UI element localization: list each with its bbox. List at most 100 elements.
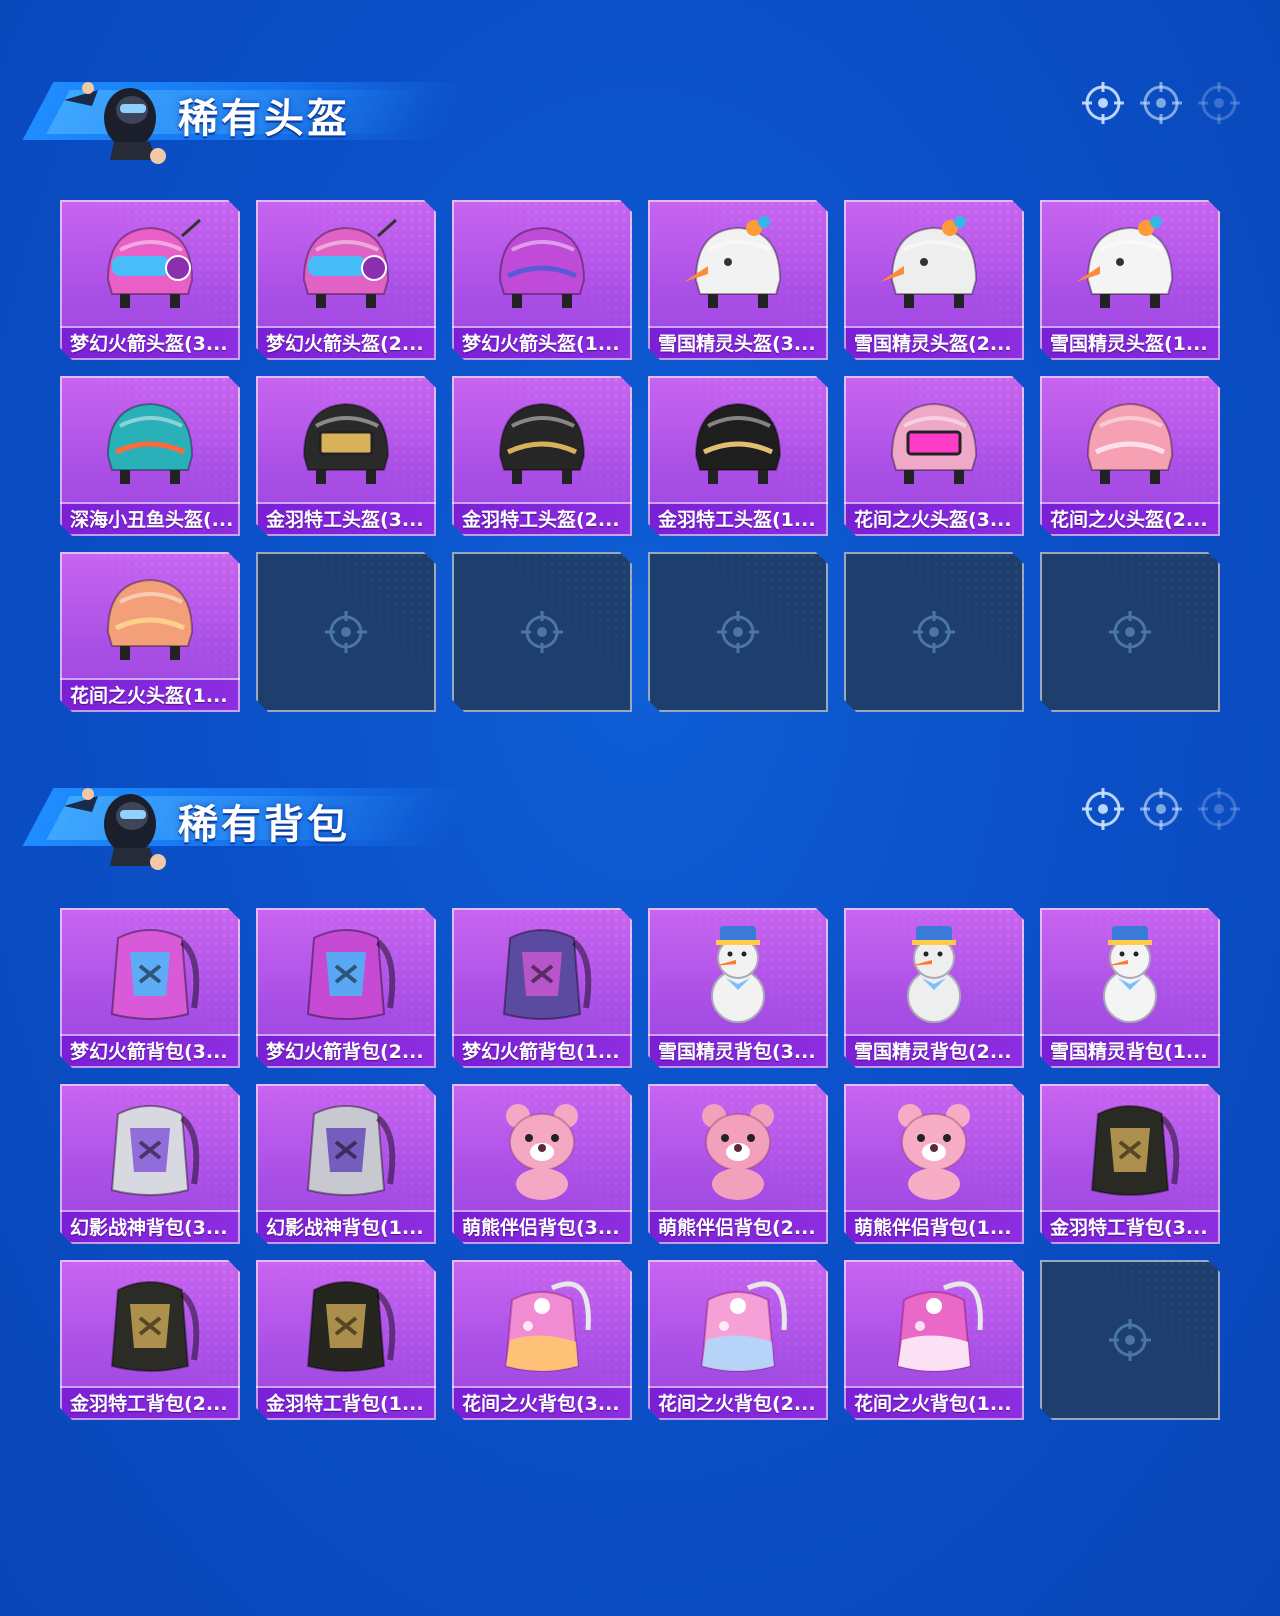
helmet-icon (302, 402, 390, 484)
item-name: 金羽特工背包(1... (256, 1386, 436, 1420)
item-card[interactable]: 花间之火背包(3... (452, 1260, 632, 1420)
backpack-icon (898, 1104, 970, 1200)
empty-slot (452, 552, 632, 712)
item-name: 雪国精灵背包(1... (1040, 1034, 1220, 1068)
section-decor (1080, 786, 1260, 832)
empty-slot (844, 552, 1024, 712)
item-card[interactable]: 金羽特工头盔(2... (452, 376, 632, 536)
item-card[interactable]: 萌熊伴侣背包(1... (844, 1084, 1024, 1244)
item-card[interactable]: 雪国精灵背包(3... (648, 908, 828, 1068)
item-name: 梦幻火箭背包(1... (452, 1034, 632, 1068)
item-name: 花间之火背包(3... (452, 1386, 632, 1420)
item-card[interactable]: 金羽特工头盔(1... (648, 376, 828, 536)
item-card[interactable]: 萌熊伴侣背包(2... (648, 1084, 828, 1244)
item-name: 金羽特工头盔(2... (452, 502, 632, 536)
item-name: 萌熊伴侣背包(1... (844, 1210, 1024, 1244)
item-name: 雪国精灵头盔(2... (844, 326, 1024, 360)
item-card[interactable]: 梦幻火箭背包(3... (60, 908, 240, 1068)
item-card[interactable]: 雪国精灵头盔(3... (648, 200, 828, 360)
target-icon (1109, 611, 1151, 653)
backpack-icon (306, 1105, 396, 1196)
backpack-icon (1103, 926, 1157, 1023)
item-name: 梦幻火箭背包(2... (256, 1034, 436, 1068)
item-name: 梦幻火箭头盔(1... (452, 326, 632, 360)
item-name: 金羽特工头盔(3... (256, 502, 436, 536)
backpack-icon (110, 929, 200, 1020)
target-icon (325, 611, 367, 653)
backpack-icon (702, 1104, 774, 1200)
item-name: 雪国精灵头盔(3... (648, 326, 828, 360)
helmet-icon (890, 402, 978, 484)
helmet-icon (1086, 402, 1174, 484)
section-title: 稀有头盔 (178, 96, 350, 142)
item-card[interactable]: 雪国精灵背包(1... (1040, 908, 1220, 1068)
target-icon (1140, 788, 1182, 830)
helmet-icon (1076, 216, 1174, 308)
item-card[interactable]: 雪国精灵头盔(1... (1040, 200, 1220, 360)
helmet-icon (684, 216, 782, 308)
helmet-icon (694, 402, 782, 484)
helmet-icon (880, 216, 978, 308)
backpack-section: 稀有背包 梦幻火箭背包(3... 梦幻火箭背包(2... 梦幻火箭背包(1... 雪国… (0, 766, 1280, 1426)
item-card[interactable]: 雪国精灵背包(2... (844, 908, 1024, 1068)
item-name: 花间之火头盔(3... (844, 502, 1024, 536)
item-name: 花间之火头盔(2... (1040, 502, 1220, 536)
item-name: 梦幻火箭头盔(3... (60, 326, 240, 360)
target-icon (1140, 82, 1182, 124)
helmet-icon (106, 578, 194, 660)
helmet-icon (106, 218, 201, 308)
item-card[interactable]: 金羽特工背包(1... (256, 1260, 436, 1420)
backpack-icon (110, 1105, 200, 1196)
item-card[interactable]: 萌熊伴侣背包(3... (452, 1084, 632, 1244)
helmet-icon (498, 402, 586, 484)
item-card[interactable]: 金羽特工背包(3... (1040, 1084, 1220, 1244)
target-icon (1082, 788, 1124, 830)
section-title: 稀有背包 (178, 802, 350, 848)
item-name: 金羽特工头盔(1... (648, 502, 828, 536)
backpack-icon (896, 1281, 983, 1372)
empty-slot (1040, 552, 1220, 712)
target-icon (1198, 788, 1240, 830)
item-name: 雪国精灵背包(3... (648, 1034, 828, 1068)
item-card[interactable]: 梦幻火箭背包(1... (452, 908, 632, 1068)
item-card[interactable]: 花间之火背包(2... (648, 1260, 828, 1420)
backpack-icon (711, 926, 765, 1023)
item-card[interactable]: 梦幻火箭头盔(2... (256, 200, 436, 360)
item-name: 金羽特工背包(2... (60, 1386, 240, 1420)
item-card[interactable]: 花间之火头盔(3... (844, 376, 1024, 536)
backpack-icon (1090, 1105, 1180, 1196)
item-card[interactable]: 幻影战神背包(3... (60, 1084, 240, 1244)
item-name: 金羽特工背包(3... (1040, 1210, 1220, 1244)
backpack-icon (506, 1104, 578, 1200)
item-name: 花间之火背包(1... (844, 1386, 1024, 1420)
item-name: 幻影战神背包(3... (60, 1210, 240, 1244)
backpack-icon (306, 929, 396, 1020)
backpack-icon (700, 1281, 787, 1372)
backpack-icon (907, 926, 961, 1023)
item-name: 梦幻火箭背包(3... (60, 1034, 240, 1068)
section-header: 稀有背包 (22, 766, 474, 876)
target-icon (1109, 1319, 1151, 1361)
item-card[interactable]: 金羽特工背包(2... (60, 1260, 240, 1420)
item-card[interactable]: 花间之火背包(1... (844, 1260, 1024, 1420)
item-name: 梦幻火箭头盔(2... (256, 326, 436, 360)
item-card[interactable]: 幻影战神背包(1... (256, 1084, 436, 1244)
item-card[interactable]: 梦幻火箭头盔(3... (60, 200, 240, 360)
empty-slot (648, 552, 828, 712)
item-card[interactable]: 深海小丑鱼头盔(... (60, 376, 240, 536)
item-name: 幻影战神背包(1... (256, 1210, 436, 1244)
item-card[interactable]: 花间之火头盔(1... (60, 552, 240, 712)
item-card[interactable]: 梦幻火箭背包(2... (256, 908, 436, 1068)
target-icon (913, 611, 955, 653)
item-card[interactable]: 金羽特工头盔(3... (256, 376, 436, 536)
backpack-icon (306, 1281, 396, 1372)
mascot-icon (64, 788, 166, 870)
item-card[interactable]: 雪国精灵头盔(2... (844, 200, 1024, 360)
item-name: 萌熊伴侣背包(3... (452, 1210, 632, 1244)
section-header: 稀有头盔 (22, 60, 474, 170)
item-card[interactable]: 梦幻火箭头盔(1... (452, 200, 632, 360)
item-name: 花间之火背包(2... (648, 1386, 828, 1420)
item-card[interactable]: 花间之火头盔(2... (1040, 376, 1220, 536)
target-icon (717, 611, 759, 653)
section-decor (1080, 80, 1260, 126)
